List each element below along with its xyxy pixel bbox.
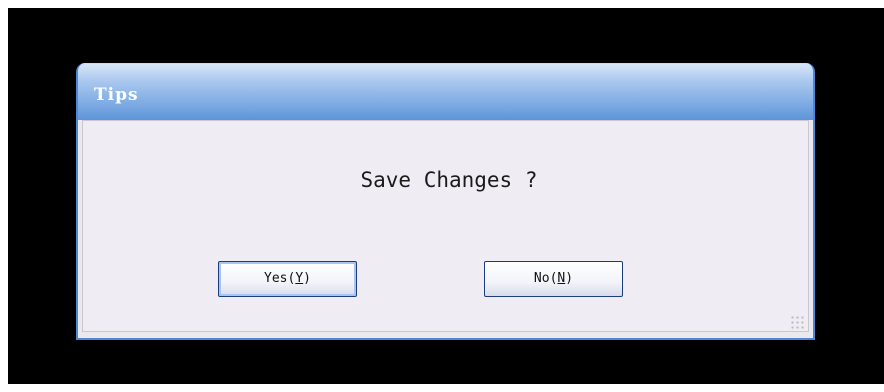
no-button-label: No(N) bbox=[533, 271, 574, 286]
no-button[interactable]: No(N) bbox=[484, 261, 623, 297]
dialog-message: Save Changes ? bbox=[360, 168, 538, 192]
yes-button[interactable]: Yes(Y) bbox=[218, 261, 357, 297]
tips-dialog: Tips bbox=[76, 63, 815, 340]
dialog-title: Tips bbox=[94, 85, 139, 105]
screen: Tips Save Changes ? Yes(Y) No(N) bbox=[0, 0, 884, 392]
resize-grip-icon[interactable] bbox=[790, 315, 804, 329]
yes-button-label: Yes(Y) bbox=[264, 271, 311, 286]
dialog-body bbox=[82, 120, 809, 332]
dialog-title-bar[interactable]: Tips bbox=[78, 63, 813, 120]
